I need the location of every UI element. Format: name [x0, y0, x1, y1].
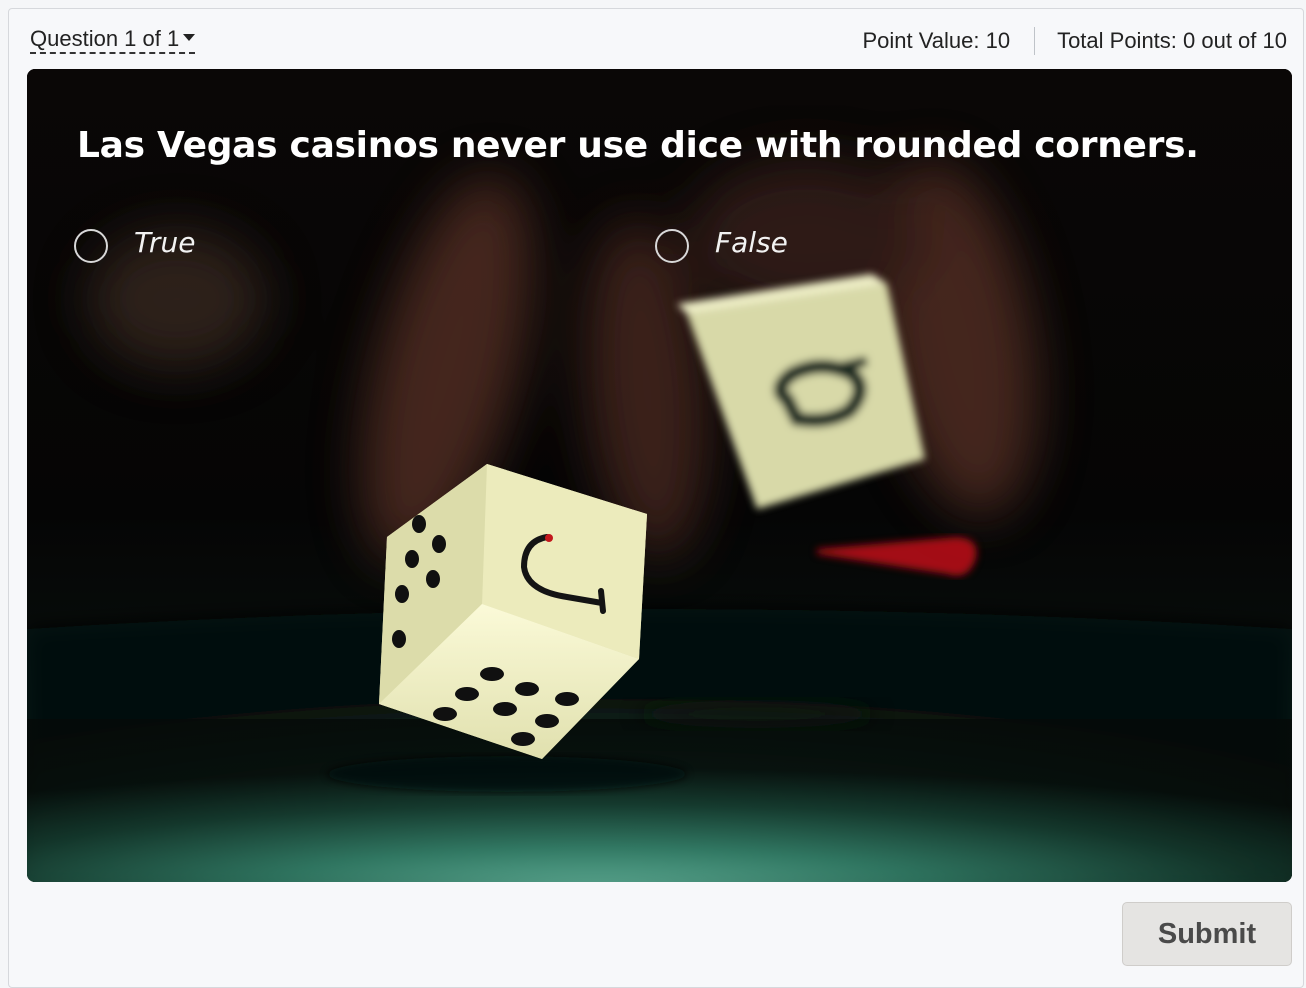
question-text: Las Vegas casinos never use dice with ro… — [77, 125, 1199, 166]
total-points: Total Points: 0 out of 10 — [1057, 28, 1287, 53]
points-summary: Point Value: 10 Total Points: 0 out of 1… — [862, 27, 1287, 55]
quiz-frame: Question 1 of 1 Point Value: 10 Total Po… — [8, 8, 1304, 988]
question-slide: Las Vegas casinos never use dice with ro… — [27, 69, 1292, 882]
chevron-down-icon — [183, 33, 196, 41]
point-value: Point Value: 10 — [862, 28, 1011, 53]
dice-background-image — [27, 69, 1292, 882]
submit-button[interactable]: Submit — [1122, 902, 1292, 966]
option-false[interactable]: False — [655, 225, 788, 263]
radio-empty-icon[interactable] — [74, 229, 108, 263]
points-divider — [1034, 27, 1036, 55]
option-label: True — [134, 225, 196, 259]
question-navigator[interactable]: Question 1 of 1 — [30, 26, 196, 54]
question-nav-label: Question 1 of 1 — [30, 26, 180, 51]
radio-empty-icon[interactable] — [655, 229, 689, 263]
option-label: False — [715, 225, 788, 259]
quiz-header: Question 1 of 1 Point Value: 10 Total Po… — [9, 9, 1305, 69]
option-true[interactable]: True — [74, 225, 196, 263]
